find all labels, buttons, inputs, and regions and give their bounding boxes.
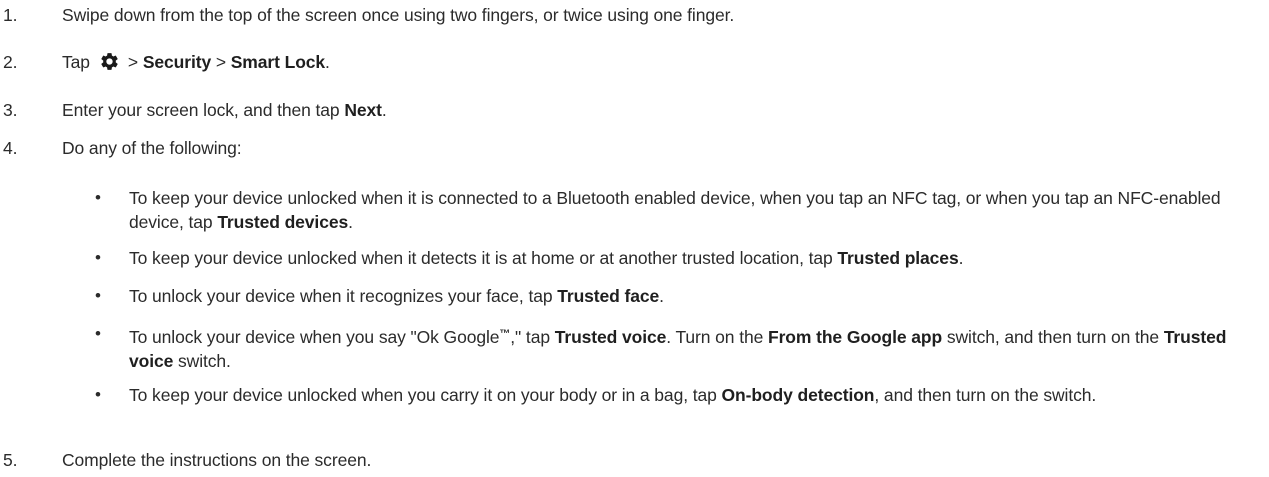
bullet-text: To keep your device unlocked when it is … xyxy=(129,188,1221,232)
bullet-dot: • xyxy=(95,248,101,267)
bullet-dot: • xyxy=(95,324,101,343)
bullet-text: To unlock your device when you say "Ok G… xyxy=(129,327,1227,371)
step-text: Tap > Security > Smart Lock. xyxy=(62,52,330,72)
step-text: Do any of the following: xyxy=(62,138,242,158)
step-number: 2. xyxy=(3,52,18,72)
bullet-text: To keep your device unlocked when you ca… xyxy=(129,385,1097,405)
trademark-symbol: ™ xyxy=(499,328,511,340)
step-text: Enter your screen lock, and then tap Nex… xyxy=(62,100,387,120)
bullet-text: To unlock your device when it recognizes… xyxy=(129,286,664,306)
step-number: 4. xyxy=(3,138,18,158)
bullet-text: To keep your device unlocked when it det… xyxy=(129,248,964,268)
step-text: Swipe down from the top of the screen on… xyxy=(62,5,735,25)
gear-icon xyxy=(101,53,118,70)
step-text: Complete the instructions on the screen. xyxy=(62,450,372,470)
step-number: 1. xyxy=(3,5,18,25)
step-number: 3. xyxy=(3,100,18,120)
instructions-document: 1. Swipe down from the top of the screen… xyxy=(0,0,1269,477)
bullet-dot: • xyxy=(95,188,101,207)
bullet-dot: • xyxy=(95,385,101,404)
bullet-dot: • xyxy=(95,286,101,305)
step-number: 5. xyxy=(3,450,18,470)
